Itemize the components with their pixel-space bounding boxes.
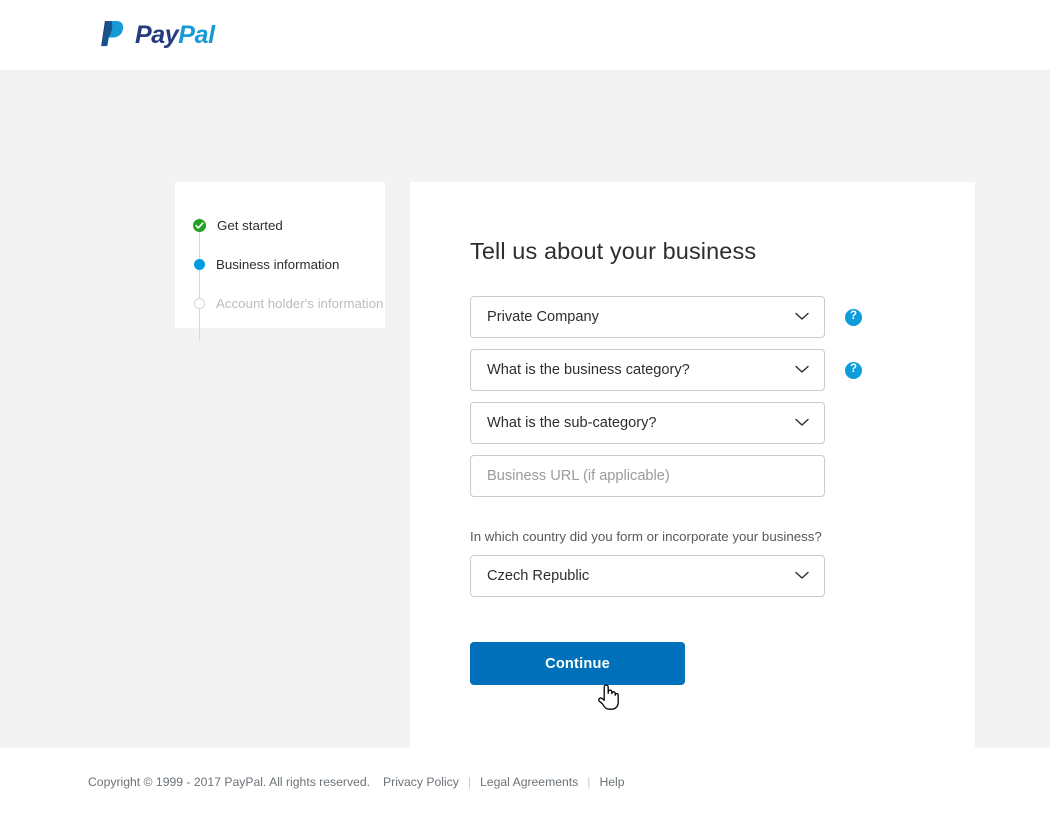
business-form-card: Tell us about your business Private Comp… (410, 182, 975, 757)
progress-step-account-holder-information: Account holder's information (194, 284, 385, 323)
site-footer: Copyright © 1999 - 2017 PayPal. All righ… (0, 748, 1050, 815)
footer-separator: | (587, 774, 591, 789)
continue-button[interactable]: Continue (470, 642, 685, 685)
business-category-select[interactable]: What is the business category? (470, 349, 825, 391)
chevron-down-icon (795, 415, 809, 431)
progress-step-label: Account holder's information (216, 296, 384, 311)
progress-sidebar: Get started Business information Account… (175, 182, 385, 340)
progress-step-get-started: Get started (193, 206, 385, 245)
footer-link-privacy-policy[interactable]: Privacy Policy (383, 775, 459, 789)
business-category-help-icon[interactable]: ? (845, 361, 862, 379)
sub-category-row: What is the sub-category? (470, 402, 975, 444)
country-row: Czech Republic (470, 555, 975, 597)
copyright-text: Copyright © 1999 - 2017 PayPal. All righ… (88, 774, 370, 789)
site-header: PayPal (0, 0, 1050, 70)
progress-step-business-information: Business information (194, 245, 385, 284)
business-category-row: What is the business category? ? (470, 349, 975, 391)
country-select[interactable]: Czech Republic (470, 555, 825, 597)
sub-category-value: What is the sub-category? (487, 415, 657, 431)
business-url-input[interactable]: Business URL (if applicable) (470, 455, 825, 497)
progress-step-list: Get started Business information Account… (175, 206, 385, 340)
footer-separator: | (467, 774, 472, 789)
business-type-row: Private Company ? (470, 296, 975, 338)
logo-text-pay: Pay (135, 20, 179, 49)
logo-text-pal: Pal (178, 20, 215, 49)
business-form: Private Company ? What is the business c… (470, 296, 975, 685)
business-type-value: Private Company (487, 309, 599, 325)
page-title: Tell us about your business (470, 238, 757, 264)
business-url-row: Business URL (if applicable) (470, 455, 975, 497)
business-url-placeholder: Business URL (if applicable) (487, 468, 670, 484)
country-label: In which country did you form or incorpo… (470, 529, 822, 544)
business-category-value: What is the business category? (487, 362, 690, 378)
business-type-help-icon[interactable]: ? (845, 308, 862, 326)
chevron-down-icon (795, 362, 809, 378)
hollow-circle-icon (194, 298, 205, 309)
footer-link-legal-agreements[interactable]: Legal Agreements (480, 775, 578, 789)
paypal-wordmark: PayPal (135, 20, 215, 49)
country-value: Czech Republic (487, 568, 590, 584)
chevron-down-icon (795, 309, 809, 325)
paypal-logo[interactable]: PayPal (99, 18, 215, 52)
sub-category-select[interactable]: What is the sub-category? (470, 402, 825, 444)
page-content: Get started Business information Account… (0, 70, 1050, 757)
progress-step-label: Business information (216, 257, 340, 272)
filled-dot-icon (194, 259, 205, 270)
footer-link-help[interactable]: Help (599, 775, 624, 789)
chevron-down-icon (795, 568, 809, 584)
check-circle-icon (193, 219, 206, 232)
paypal-logo-icon (99, 17, 126, 53)
progress-step-label: Get started (217, 218, 283, 233)
business-type-select[interactable]: Private Company (470, 296, 825, 338)
